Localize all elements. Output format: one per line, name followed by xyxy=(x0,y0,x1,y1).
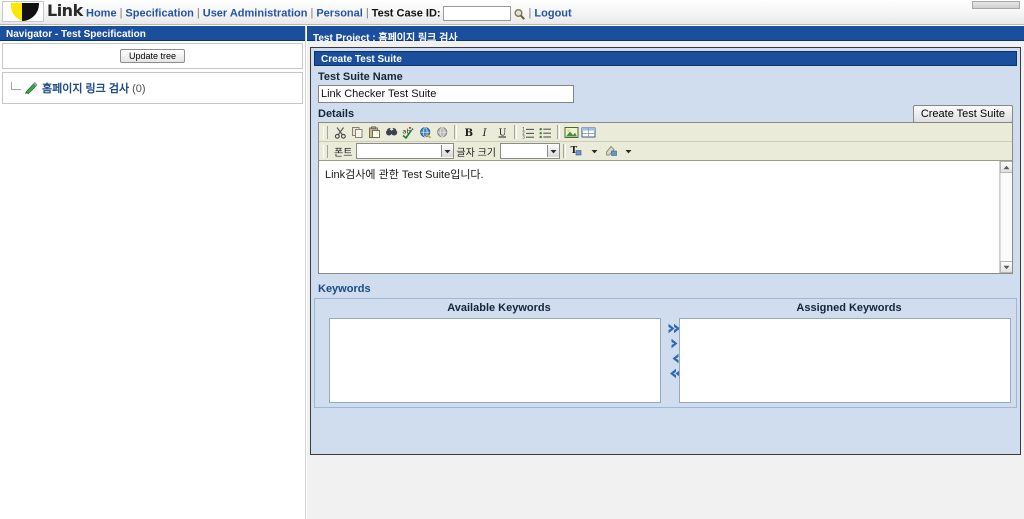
logo-black-shape xyxy=(22,3,39,21)
keywords-section-label: Keywords xyxy=(318,283,371,295)
toolbar-divider xyxy=(514,125,517,139)
svg-text:3: 3 xyxy=(522,134,525,139)
navigator-tree: 홈페이지 링크 검사 (0) xyxy=(2,72,303,104)
details-rich-text-editor: ab B I U 1 2 3 폰트 글자 크기 T Link검사에 관한 Tes… xyxy=(318,122,1013,274)
logout-link[interactable]: Logout xyxy=(534,7,571,19)
nav-user-administration[interactable]: User Administration xyxy=(203,7,308,19)
details-editor-body[interactable]: Link검사에 관한 Test Suite입니다. xyxy=(319,161,1012,273)
cut-icon[interactable] xyxy=(332,124,349,140)
nav-specification[interactable]: Specification xyxy=(125,7,193,19)
italic-icon[interactable]: I xyxy=(477,124,494,140)
main-panel: Test Project : 홈페이지 링크 검사 Create Test Su… xyxy=(307,26,1024,519)
editor-toolbar-row-1: ab B I U 1 2 3 xyxy=(319,123,1012,142)
project-title: Test Project : 홈페이지 링크 검사 xyxy=(307,26,1024,44)
details-editor-text: Link검사에 관한 Test Suite입니다. xyxy=(325,169,484,181)
keywords-panel: Available Keywords Assigned Keywords xyxy=(314,298,1017,408)
tree-branch-line xyxy=(11,81,21,90)
details-editor-scrollbar[interactable] xyxy=(999,161,1012,273)
toolbar-grip[interactable] xyxy=(323,125,328,139)
nav-separator: | xyxy=(365,7,369,20)
chevron-down-icon xyxy=(547,145,559,157)
toolbar-divider xyxy=(557,125,560,139)
insert-table-icon[interactable] xyxy=(580,124,597,140)
create-test-suite-button[interactable]: Create Test Suite xyxy=(912,105,1013,123)
toolbar-divider xyxy=(454,125,457,139)
test-suite-name-input[interactable] xyxy=(318,85,574,103)
font-size-select[interactable] xyxy=(500,143,560,159)
nav-home[interactable]: Home xyxy=(86,7,117,19)
brand-title: Link xyxy=(47,1,83,20)
font-family-select[interactable] xyxy=(356,143,455,159)
spellcheck-icon[interactable]: ab xyxy=(400,124,417,140)
font-size-label: 글자 크기 xyxy=(456,147,496,159)
bullet-list-icon[interactable] xyxy=(537,124,554,140)
copy-icon[interactable] xyxy=(349,124,366,140)
scroll-down-icon[interactable] xyxy=(1000,261,1012,273)
tree-item-label[interactable]: 홈페이지 링크 검사 (0) xyxy=(42,80,146,96)
text-color-dropdown-icon[interactable] xyxy=(586,143,603,159)
paste-icon[interactable] xyxy=(366,124,383,140)
highlight-color-dropdown-icon[interactable] xyxy=(620,143,637,159)
top-bar: Link Home | Specification | User Administrat… xyxy=(0,0,1024,25)
testcase-id-input[interactable] xyxy=(442,6,511,21)
testcase-id-label: Test Case ID: xyxy=(371,7,441,20)
navigator-title: Navigator - Test Specification xyxy=(0,26,305,41)
navigator-panel: Navigator - Test Specification Update tr… xyxy=(0,26,306,519)
available-keywords-label: Available Keywords xyxy=(447,302,551,314)
text-color-icon[interactable]: T xyxy=(569,143,586,159)
underline-icon[interactable]: U xyxy=(494,124,511,140)
font-family-label: 폰트 xyxy=(334,147,353,159)
scroll-up-icon[interactable] xyxy=(1000,161,1012,173)
available-keywords-list[interactable] xyxy=(329,318,661,403)
highlight-color-icon[interactable] xyxy=(603,143,620,159)
window-controls[interactable] xyxy=(972,1,1020,9)
svg-text:I: I xyxy=(482,128,488,139)
toolbar-divider xyxy=(563,144,566,158)
ordered-list-icon[interactable]: 123 xyxy=(520,124,537,140)
assigned-keywords-label: Assigned Keywords xyxy=(796,302,902,314)
remove-link-icon[interactable] xyxy=(434,124,451,140)
pencil-icon xyxy=(23,81,38,96)
nav-separator: | xyxy=(196,7,200,20)
tree-item-name: 홈페이지 링크 검사 xyxy=(42,83,130,95)
navigator-toolbar: Update tree xyxy=(2,43,303,69)
main-nav: Home | Specification | User Administration | P… xyxy=(86,6,572,21)
insert-image-icon[interactable] xyxy=(563,124,580,140)
update-tree-button[interactable]: Update tree xyxy=(119,49,186,63)
nav-separator: | xyxy=(310,7,314,20)
tree-item-count: (0) xyxy=(132,83,146,95)
insert-link-icon[interactable] xyxy=(417,124,434,140)
toolbar-grip[interactable] xyxy=(323,144,328,158)
chevron-down-icon xyxy=(441,145,454,157)
assigned-keywords-list[interactable] xyxy=(679,318,1011,403)
nav-personal[interactable]: Personal xyxy=(316,7,362,19)
svg-text:B: B xyxy=(465,128,473,139)
test-suite-name-label: Test Suite Name xyxy=(318,71,403,83)
search-icon[interactable] xyxy=(513,8,526,21)
app-logo xyxy=(2,1,44,22)
section-header: Create Test Suite xyxy=(314,51,1017,66)
bold-icon[interactable]: B xyxy=(460,124,477,140)
editor-toolbar-row-2: 폰트 글자 크기 T xyxy=(319,142,1012,161)
find-icon[interactable] xyxy=(383,124,400,140)
create-test-suite-form: Create Test Suite Test Suite Name Create… xyxy=(310,47,1021,455)
scrollbar-track[interactable] xyxy=(1000,173,1012,261)
